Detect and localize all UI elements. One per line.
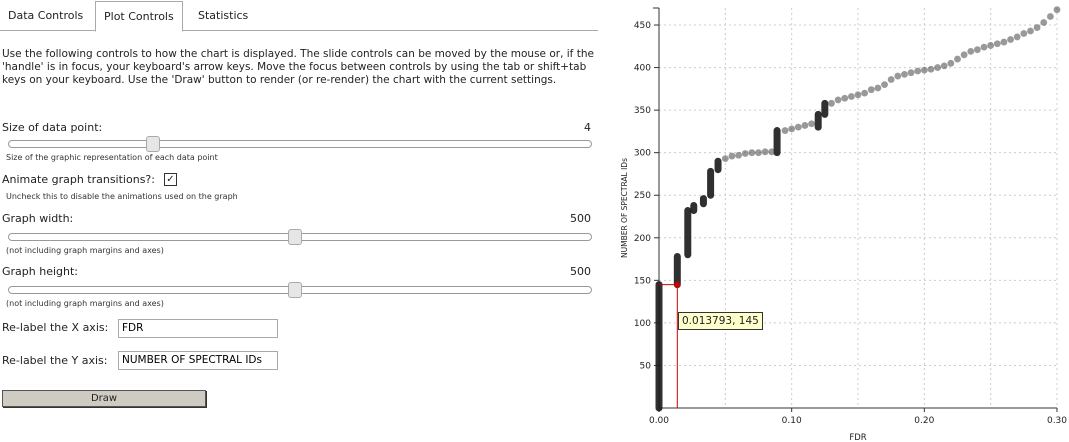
animate-help: Uncheck this to disable the animations u… bbox=[6, 192, 238, 201]
x-axis-title: FDR bbox=[849, 433, 866, 442]
intro-text: Use the following controls to how the ch… bbox=[2, 48, 594, 86]
y-tick-label: 250 bbox=[634, 191, 651, 201]
data-point bbox=[841, 94, 849, 102]
data-point bbox=[1013, 33, 1021, 41]
data-point bbox=[914, 67, 922, 75]
graph-height-value: 500 bbox=[570, 265, 591, 278]
graph-width-value: 500 bbox=[570, 212, 591, 225]
y-tick-label: 50 bbox=[640, 361, 652, 371]
point-size-slider[interactable] bbox=[8, 136, 592, 152]
y-tick-label: 400 bbox=[634, 64, 651, 74]
y-tick-label: 450 bbox=[634, 21, 651, 31]
x-tick-label: 0.10 bbox=[782, 416, 802, 426]
data-point bbox=[1007, 36, 1014, 43]
data-point bbox=[1027, 27, 1034, 35]
data-point bbox=[834, 96, 842, 104]
data-point bbox=[854, 91, 862, 99]
data-point bbox=[940, 62, 948, 70]
tab-data-controls[interactable]: Data Controls bbox=[0, 2, 91, 29]
y-tick-label: 200 bbox=[634, 234, 651, 244]
data-point bbox=[881, 81, 888, 88]
data-point bbox=[1020, 30, 1028, 37]
data-point bbox=[728, 152, 736, 160]
data-point bbox=[748, 149, 756, 157]
data-point bbox=[1000, 38, 1008, 46]
data-point bbox=[735, 151, 742, 159]
data-point bbox=[927, 65, 935, 73]
draw-button[interactable]: Draw bbox=[2, 390, 206, 407]
point-size-handle[interactable] bbox=[145, 136, 160, 152]
point-size-value: 4 bbox=[584, 121, 591, 134]
data-point bbox=[974, 46, 981, 54]
x-tick-label: 0.30 bbox=[1047, 416, 1067, 426]
point-size-help: Size of the graphic representation of ea… bbox=[6, 153, 218, 162]
data-point bbox=[920, 66, 928, 74]
data-point bbox=[894, 72, 902, 80]
tab-bar: Data Controls Plot Controls Statistics bbox=[0, 0, 598, 32]
data-point bbox=[887, 76, 895, 83]
data-point bbox=[934, 64, 941, 71]
graph-height-slider[interactable] bbox=[8, 282, 592, 298]
data-point bbox=[947, 59, 955, 67]
y-tick-label: 300 bbox=[634, 149, 651, 159]
chart-tooltip: 0.013793, 145 bbox=[678, 312, 763, 330]
data-point bbox=[1046, 13, 1054, 20]
y-tick-label: 150 bbox=[634, 276, 651, 286]
data-point bbox=[761, 148, 769, 156]
data-point bbox=[954, 55, 961, 63]
data-point bbox=[861, 89, 869, 97]
x-tick-label: 0.20 bbox=[914, 416, 934, 426]
x-axis-label: Re-label the X axis: bbox=[2, 321, 109, 334]
data-point bbox=[960, 51, 968, 59]
data-point bbox=[874, 84, 882, 92]
graph-width-label: Graph width: bbox=[2, 212, 74, 225]
data-point bbox=[1033, 24, 1041, 31]
data-point bbox=[1053, 6, 1061, 14]
animate-label: Animate graph transitions?: bbox=[2, 173, 155, 186]
data-point bbox=[980, 43, 988, 51]
x-tick-label: 0.00 bbox=[649, 416, 669, 426]
graph-width-slider[interactable] bbox=[8, 229, 592, 245]
tab-statistics[interactable]: Statistics bbox=[190, 2, 256, 29]
data-point bbox=[847, 93, 855, 100]
y-axis-title: NUMBER OF SPECTRAL IDs bbox=[620, 158, 629, 258]
data-point bbox=[987, 42, 995, 49]
fdr-scatter-chart: 50 100 150 200 250 300 350 400 450 0.00 0.10 0.20 0.… bbox=[620, 6, 1067, 442]
data-point bbox=[781, 127, 789, 134]
data-point bbox=[768, 148, 776, 156]
data-point bbox=[755, 149, 762, 157]
data-point bbox=[801, 122, 809, 129]
graph-width-handle[interactable] bbox=[288, 229, 302, 245]
data-point bbox=[967, 48, 975, 55]
data-point bbox=[794, 123, 802, 131]
data-point bbox=[901, 70, 908, 78]
y-axis-label: Re-label the Y axis: bbox=[2, 354, 108, 367]
y-axis-input[interactable] bbox=[118, 351, 278, 370]
graph-width-help: (not including graph margins and axes) bbox=[6, 246, 164, 255]
data-point bbox=[808, 120, 815, 128]
point-size-label: Size of data point: bbox=[2, 121, 103, 134]
data-point bbox=[867, 86, 875, 94]
data-point bbox=[828, 99, 835, 107]
data-point bbox=[907, 69, 915, 77]
y-tick-label: 100 bbox=[634, 319, 651, 329]
x-axis-input[interactable] bbox=[118, 319, 278, 338]
y-tick-label: 350 bbox=[634, 106, 651, 116]
data-point bbox=[741, 150, 749, 157]
graph-height-label: Graph height: bbox=[2, 265, 79, 278]
highlighted-point bbox=[674, 281, 681, 288]
graph-height-handle[interactable] bbox=[288, 282, 302, 298]
data-point bbox=[1040, 19, 1048, 26]
data-point bbox=[993, 40, 1001, 48]
animate-checkbox[interactable]: ✓ bbox=[164, 173, 177, 186]
graph-height-help: (not including graph margins and axes) bbox=[6, 299, 164, 308]
tab-plot-controls[interactable]: Plot Controls bbox=[95, 1, 183, 32]
data-point bbox=[788, 125, 796, 133]
data-point bbox=[721, 155, 729, 163]
